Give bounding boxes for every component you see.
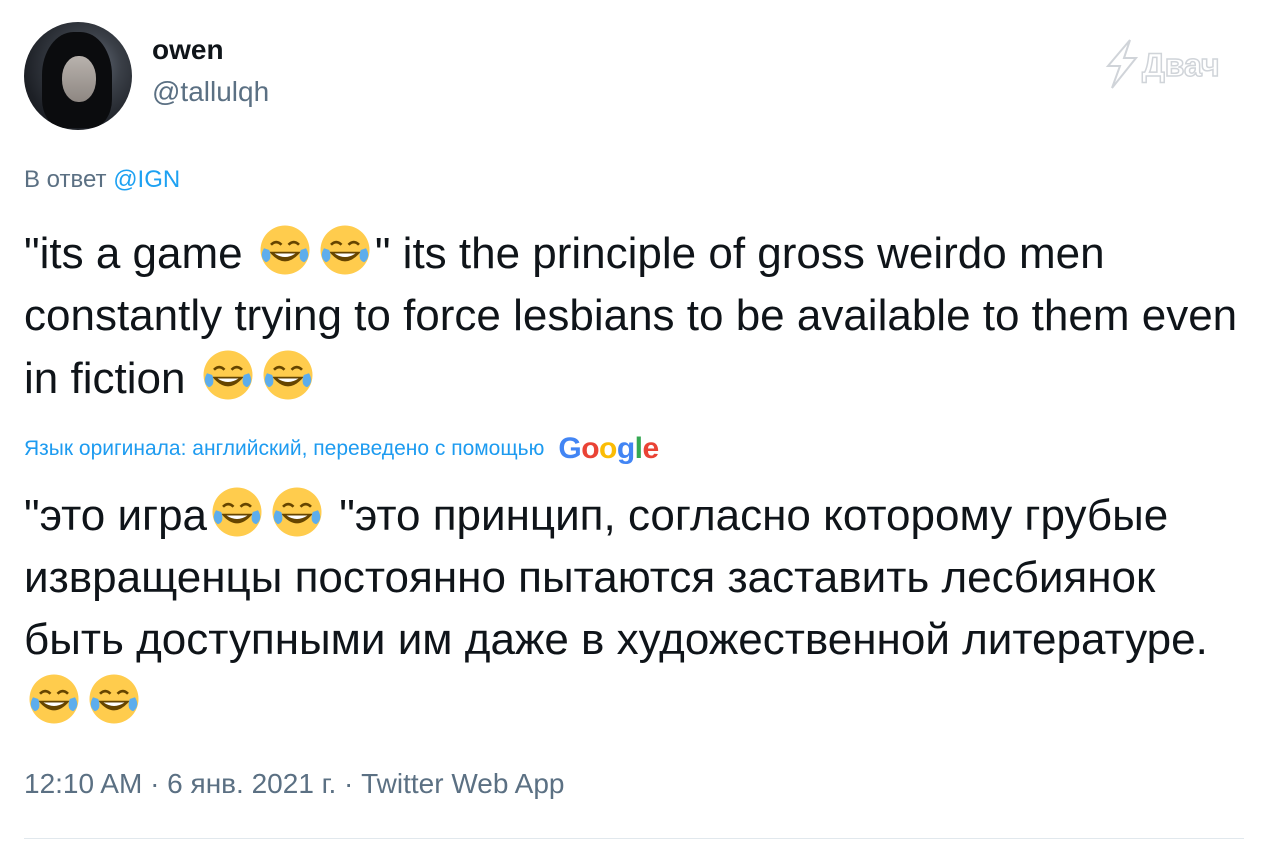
watermark-text: Двач [1142,47,1220,83]
tweet-original-text: "its a game " its the principle of gross… [24,222,1259,410]
google-logo: Google [558,432,659,465]
reply-to-line: В ответ @IGN [24,166,180,194]
face-with-tears-of-joy-icon [89,674,139,724]
dvach-watermark-logo: Двач [1105,39,1220,89]
author-name[interactable]: owen [152,34,224,66]
avatar[interactable] [24,22,132,130]
face-with-tears-of-joy-icon [29,674,79,724]
author-handle[interactable]: @tallulqh [152,76,269,108]
tweet-timestamp[interactable]: 12:10 AM · 6 янв. 2021 г. · Twitter Web … [24,768,564,800]
tweet-translated-text: "это игра "это принцип, согласно котором… [24,484,1259,734]
face-with-tears-of-joy-icon [263,350,313,400]
reply-to-prefix: В ответ [24,166,114,193]
face-with-tears-of-joy-icon [320,225,370,275]
tweet-view: owen @tallulqh Двач В ответ @IGN "its a … [0,0,1280,854]
face-with-tears-of-joy-icon [260,225,310,275]
translation-note-text: Язык оригинала: английский, переведено с… [24,437,545,460]
divider [24,838,1244,839]
avatar-face [62,56,96,102]
reply-mention-link[interactable]: @IGN [113,166,180,193]
translated-text-part1: "это игра [24,491,208,540]
face-with-tears-of-joy-icon [212,487,262,537]
face-with-tears-of-joy-icon [272,487,322,537]
translation-note[interactable]: Язык оригинала: английский, переведено с… [24,432,659,466]
original-text-part1: "its a game [24,229,255,278]
face-with-tears-of-joy-icon [203,350,253,400]
